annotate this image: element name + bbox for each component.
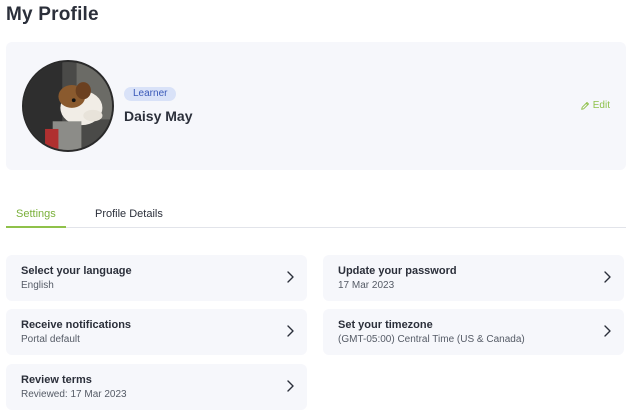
- tab-bar: Settings Profile Details: [6, 206, 626, 228]
- avatar: [22, 60, 114, 152]
- tab-settings[interactable]: Settings: [6, 208, 66, 228]
- notifications-setting-card[interactable]: Receive notifications Portal default: [6, 309, 307, 355]
- notifications-setting-value: Portal default: [21, 334, 80, 345]
- chevron-right-icon: [287, 271, 294, 283]
- page-title: My Profile: [6, 4, 99, 25]
- avatar-image: [24, 62, 112, 150]
- role-badge: Learner: [124, 87, 177, 101]
- timezone-setting-card[interactable]: Set your timezone (GMT-05:00) Central Ti…: [323, 309, 624, 355]
- password-setting-value: 17 Mar 2023: [338, 280, 395, 291]
- terms-setting-card[interactable]: Review terms Reviewed: 17 Mar 2023: [6, 364, 307, 410]
- terms-setting-title: Review terms: [21, 374, 92, 386]
- edit-label: Edit: [592, 100, 610, 111]
- timezone-setting-value: (GMT-05:00) Central Time (US & Canada): [338, 334, 525, 345]
- password-setting-card[interactable]: Update your password 17 Mar 2023: [323, 255, 624, 301]
- pencil-icon: [580, 101, 589, 110]
- chevron-right-icon: [287, 325, 294, 337]
- notifications-setting-title: Receive notifications: [21, 319, 132, 331]
- language-setting-value: English: [21, 280, 54, 291]
- chevron-right-icon: [604, 325, 611, 337]
- password-setting-title: Update your password: [338, 265, 457, 277]
- tab-profile-details[interactable]: Profile Details: [95, 208, 163, 220]
- language-setting-card[interactable]: Select your language English: [6, 255, 307, 301]
- profile-card: Learner Daisy May Edit: [6, 42, 626, 170]
- chevron-right-icon: [604, 271, 611, 283]
- profile-name: Daisy May: [124, 108, 193, 124]
- language-setting-title: Select your language: [21, 265, 132, 277]
- terms-setting-value: Reviewed: 17 Mar 2023: [21, 389, 127, 400]
- edit-button[interactable]: Edit: [580, 100, 610, 111]
- timezone-setting-title: Set your timezone: [338, 319, 433, 331]
- chevron-right-icon: [287, 380, 294, 392]
